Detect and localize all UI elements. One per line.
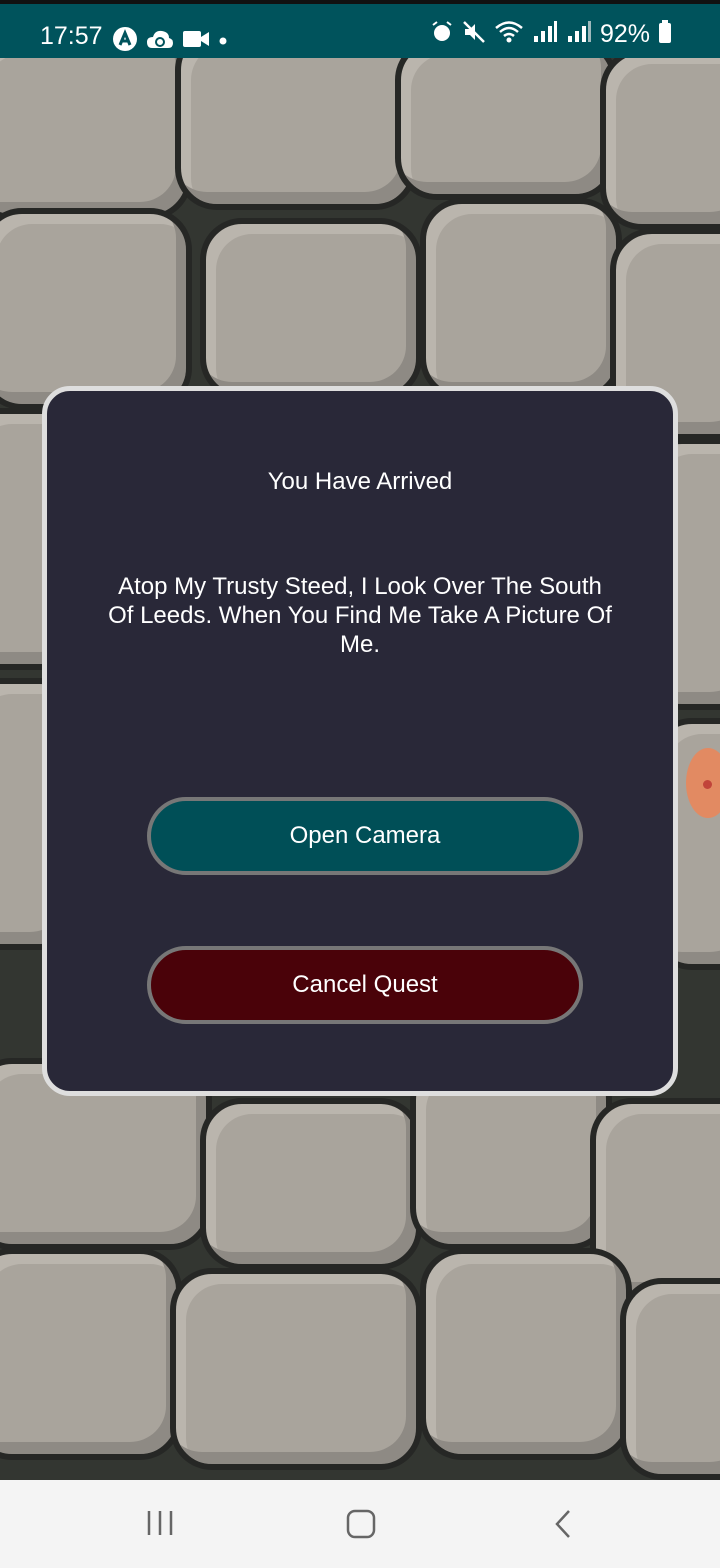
video-camera-icon xyxy=(182,28,210,55)
wifi-icon xyxy=(494,20,524,49)
stone xyxy=(0,208,192,410)
status-right: 92% xyxy=(430,20,672,49)
stone xyxy=(200,218,422,400)
stone xyxy=(420,198,622,400)
app-a-icon xyxy=(112,26,138,57)
status-left-icons xyxy=(112,26,228,57)
cancel-quest-button[interactable]: Cancel Quest xyxy=(147,946,583,1024)
stone xyxy=(395,58,617,200)
map-marker-dot xyxy=(703,780,712,789)
stone xyxy=(170,1268,422,1470)
dot-icon xyxy=(218,33,228,51)
dialog-message: Atop My Trusty Steed, I Look Over The So… xyxy=(108,573,612,658)
stone xyxy=(600,58,720,230)
stone xyxy=(620,1278,720,1480)
dialog-title: You Have Arrived xyxy=(267,468,453,495)
open-camera-button[interactable]: Open Camera xyxy=(147,797,583,875)
navigation-bar xyxy=(0,1480,720,1568)
battery-percent: 92% xyxy=(599,20,650,48)
stone xyxy=(0,1248,182,1460)
home-icon[interactable] xyxy=(345,1508,377,1545)
signal-icon-2 xyxy=(566,20,592,49)
back-icon[interactable] xyxy=(552,1508,574,1545)
battery-icon xyxy=(658,20,672,49)
stone xyxy=(200,1098,422,1270)
status-bar: 17:57 92% xyxy=(0,0,720,58)
cloud-sync-icon xyxy=(146,28,174,55)
recent-apps-icon[interactable] xyxy=(146,1508,174,1543)
arrival-dialog: You Have Arrived Atop My Trusty Steed, I… xyxy=(42,386,678,1096)
signal-icon xyxy=(532,20,558,49)
status-time: 17:57 xyxy=(40,22,103,50)
stone xyxy=(420,1248,632,1460)
stone xyxy=(0,58,192,220)
alarm-icon xyxy=(430,20,454,49)
mute-icon xyxy=(462,20,486,49)
stone xyxy=(175,58,417,210)
